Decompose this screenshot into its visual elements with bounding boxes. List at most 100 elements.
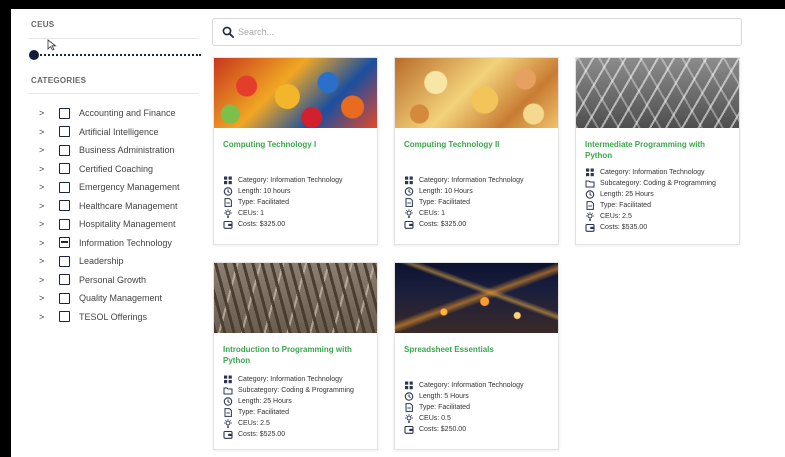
search-bar[interactable] bbox=[212, 18, 742, 46]
wallet-icon bbox=[404, 425, 414, 434]
category-checkbox[interactable] bbox=[59, 292, 70, 304]
category-item[interactable]: > Emergency Management bbox=[39, 180, 180, 194]
slider-handle[interactable] bbox=[29, 50, 39, 60]
meta-text: Type: Facilitated bbox=[419, 404, 470, 411]
ceus-section-title: CEUS bbox=[31, 20, 55, 29]
category-item[interactable]: > Certified Coaching bbox=[39, 162, 153, 176]
course-title[interactable]: Computing Technology I bbox=[223, 139, 368, 161]
categories-section-title: CATEGORIES bbox=[31, 76, 87, 85]
category-checkbox[interactable] bbox=[59, 107, 70, 119]
chevron-right-icon[interactable]: > bbox=[39, 293, 51, 303]
grid-icon bbox=[404, 176, 414, 185]
course-image[interactable] bbox=[214, 58, 377, 128]
meta-costs: Costs: $325.00 bbox=[404, 219, 549, 230]
course-image[interactable] bbox=[395, 58, 558, 128]
meta-subcategory: Subcategory: Coding & Programming bbox=[585, 178, 730, 189]
category-label: Business Administration bbox=[79, 145, 175, 155]
category-item[interactable]: > Information Technology bbox=[39, 236, 172, 250]
category-item[interactable]: > Quality Management bbox=[39, 291, 162, 305]
meta-text: Length: 25 Hours bbox=[600, 191, 654, 198]
category-checkbox[interactable] bbox=[59, 163, 70, 174]
category-checkbox[interactable] bbox=[59, 218, 70, 230]
search-input[interactable] bbox=[238, 24, 718, 40]
meta-text: Length: 5 Hours bbox=[419, 393, 469, 400]
meta-text: Type: Facilitated bbox=[238, 199, 289, 206]
category-checkbox[interactable] bbox=[59, 274, 70, 285]
course-card[interactable]: Spreadsheet Essentials Category: Informa… bbox=[394, 262, 559, 450]
meta-type: Type: Facilitated bbox=[585, 200, 730, 211]
category-checkbox[interactable] bbox=[59, 237, 70, 248]
chevron-right-icon[interactable]: > bbox=[39, 201, 51, 211]
meta-type: Type: Facilitated bbox=[404, 197, 549, 208]
chevron-right-icon[interactable]: > bbox=[39, 312, 51, 322]
clock-icon bbox=[223, 187, 233, 196]
meta-costs: Costs: $250.00 bbox=[404, 424, 549, 435]
course-title[interactable]: Computing Technology II bbox=[404, 139, 549, 161]
category-label: Hospitality Management bbox=[79, 219, 176, 229]
meta-text: Category: Information Technology bbox=[238, 376, 343, 383]
course-image[interactable] bbox=[214, 263, 377, 333]
meta-category: Category: Information Technology bbox=[223, 374, 368, 385]
meta-text: Length: 10 hours bbox=[238, 188, 291, 195]
grid-icon bbox=[223, 375, 233, 384]
chevron-right-icon[interactable]: > bbox=[39, 145, 51, 155]
category-checkbox[interactable] bbox=[59, 126, 70, 137]
course-card[interactable]: Computing Technology II Category: Inform… bbox=[394, 57, 559, 245]
category-item[interactable]: > Healthcare Management bbox=[39, 199, 178, 213]
chevron-right-icon[interactable]: > bbox=[39, 238, 51, 248]
chevron-right-icon[interactable]: > bbox=[39, 108, 51, 118]
meta-category: Category: Information Technology bbox=[404, 175, 549, 186]
chevron-right-icon[interactable]: > bbox=[39, 275, 51, 285]
meta-text: Subcategory: Coding & Programming bbox=[600, 180, 716, 187]
category-item[interactable]: > Accounting and Finance bbox=[39, 106, 176, 120]
chevron-right-icon[interactable]: > bbox=[39, 182, 51, 192]
meta-length: Length: 25 Hours bbox=[585, 189, 730, 200]
category-label: Quality Management bbox=[79, 293, 163, 303]
category-checkbox[interactable] bbox=[59, 144, 70, 156]
course-title[interactable]: Introduction to Programming with Python bbox=[223, 344, 368, 366]
document-icon bbox=[223, 198, 233, 207]
course-title[interactable]: Spreadsheet Essentials bbox=[404, 344, 549, 366]
course-card[interactable]: Intermediate Programming with Python Cat… bbox=[575, 57, 740, 245]
category-checkbox[interactable] bbox=[59, 181, 70, 193]
slider-track[interactable] bbox=[33, 54, 201, 56]
meta-text: CEUs: 2.5 bbox=[238, 420, 270, 427]
category-item[interactable]: > Leadership bbox=[39, 254, 124, 268]
category-checkbox[interactable] bbox=[59, 311, 70, 322]
category-item[interactable]: > Artificial Intelligence bbox=[39, 125, 159, 139]
meta-text: Type: Facilitated bbox=[600, 202, 651, 209]
folder-icon bbox=[223, 386, 233, 395]
search-icon[interactable] bbox=[222, 26, 234, 38]
wallet-icon bbox=[223, 220, 233, 229]
category-item[interactable]: > TESOL Offerings bbox=[39, 310, 147, 324]
chevron-right-icon[interactable]: > bbox=[39, 164, 51, 174]
category-item[interactable]: > Personal Growth bbox=[39, 273, 146, 287]
grid-icon bbox=[404, 381, 414, 390]
course-card[interactable]: Introduction to Programming with Python … bbox=[213, 262, 378, 450]
clock-icon bbox=[404, 392, 414, 401]
meta-ceus: CEUs: 2.5 bbox=[223, 418, 368, 429]
category-label: Healthcare Management bbox=[79, 200, 178, 211]
meta-text: Category: Information Technology bbox=[600, 169, 705, 176]
course-image[interactable] bbox=[576, 58, 739, 128]
category-item[interactable]: > Business Administration bbox=[39, 143, 175, 157]
category-checkbox[interactable] bbox=[59, 255, 70, 267]
course-card[interactable]: Computing Technology I Category: Informa… bbox=[213, 57, 378, 245]
mouse-cursor-icon bbox=[47, 39, 57, 51]
category-label: Emergency Management bbox=[79, 182, 180, 192]
meta-text: Subcategory: Coding & Programming bbox=[238, 387, 354, 394]
course-image[interactable] bbox=[395, 263, 558, 333]
category-label: TESOL Offerings bbox=[79, 311, 148, 322]
category-checkbox[interactable] bbox=[59, 200, 70, 211]
category-item[interactable]: > Hospitality Management bbox=[39, 217, 176, 231]
category-label: Accounting and Finance bbox=[79, 108, 176, 118]
chevron-right-icon[interactable]: > bbox=[39, 127, 51, 137]
meta-costs: Costs: $535.00 bbox=[585, 222, 730, 233]
course-title[interactable]: Intermediate Programming with Python bbox=[585, 139, 730, 161]
chevron-right-icon[interactable]: > bbox=[39, 256, 51, 266]
meta-text: Category: Information Technology bbox=[419, 382, 524, 389]
meta-text: CEUs: 0.5 bbox=[419, 415, 451, 422]
meta-costs: Costs: $525.00 bbox=[223, 429, 368, 440]
chevron-right-icon[interactable]: > bbox=[39, 219, 51, 229]
clock-icon bbox=[223, 397, 233, 406]
